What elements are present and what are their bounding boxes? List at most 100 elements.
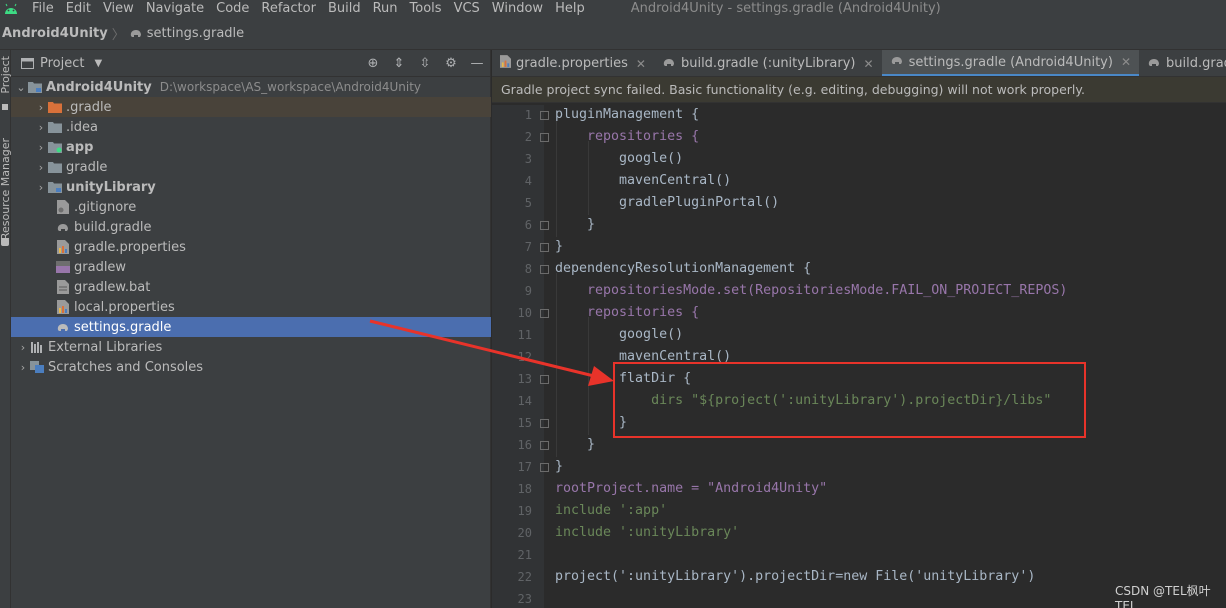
hide-panel-icon[interactable]: — (464, 56, 490, 71)
shell-script-icon (55, 260, 71, 274)
menu-code[interactable]: Code (216, 1, 249, 16)
chevron-right-icon[interactable]: › (17, 341, 29, 354)
line-number: 7 (524, 240, 532, 254)
window-title: Android4Unity - settings.gradle (Android… (630, 1, 941, 16)
line-number: 9 (524, 284, 532, 298)
chevron-right-icon[interactable]: › (35, 121, 47, 134)
chevron-right-icon[interactable]: › (35, 141, 47, 154)
menu-vcs[interactable]: VCS (454, 1, 480, 16)
android-studio-logo-icon (0, 0, 22, 17)
tree-item-unitylibrary[interactable]: › unityLibrary (11, 177, 491, 197)
tree-item-label: gradle.properties (74, 239, 186, 255)
tree-item-root[interactable]: ⌄ Android4Unity D:\workspace\AS_workspac… (11, 77, 491, 97)
line-number: 2 (524, 130, 532, 144)
select-opened-file-icon[interactable]: ⊕ (360, 56, 386, 71)
left-tool-strip: Project Resource Manager (0, 50, 12, 608)
tree-item-gitignore[interactable]: .gitignore (11, 197, 491, 217)
project-panel-header: Project ▼ ⊕ ⇕ ⇳ ⚙ — (11, 50, 490, 77)
tree-item-label: gradle (66, 159, 108, 175)
gradle-elephant-icon (662, 56, 676, 72)
tree-item-gradle-properties[interactable]: gradle.properties (11, 237, 491, 257)
code-line: google() (555, 151, 684, 166)
tab-label: settings.gradle (Android4Unity) (908, 54, 1113, 70)
gradle-elephant-icon (129, 27, 143, 39)
code-line: gradlePluginPortal() (555, 195, 780, 210)
code-line: rootProject.name = "Android4Unity" (555, 481, 828, 496)
tree-item-build-gradle[interactable]: build.gradle (11, 217, 491, 237)
menu-refactor[interactable]: Refactor (261, 1, 316, 16)
gradle-elephant-icon (890, 54, 904, 70)
tree-item-dot-gradle[interactable]: › .gradle (11, 97, 491, 117)
code-editor[interactable]: pluginManagement { repositories { google… (544, 105, 1226, 608)
editor-tabs: gradle.properties ✕ build.gradle (:unity… (492, 50, 1226, 77)
resource-manager-icon (1, 238, 9, 246)
code-line: google() (555, 327, 684, 342)
tree-item-label: local.properties (74, 299, 175, 315)
breadcrumb-file[interactable]: settings.gradle (147, 26, 244, 41)
code-line: project(':unityLibrary').projectDir=new … (555, 569, 1036, 584)
menu-file[interactable]: File (32, 1, 54, 16)
line-number: 21 (517, 548, 532, 562)
module-folder-icon (27, 80, 43, 94)
tree-item-external-libraries[interactable]: › External Libraries (11, 337, 491, 357)
tree-item-idea[interactable]: › .idea (11, 117, 491, 137)
close-icon[interactable]: ✕ (864, 57, 874, 71)
menu-view[interactable]: View (103, 1, 134, 16)
project-view-selector[interactable]: Project (40, 56, 84, 71)
tree-item-gradlew[interactable]: gradlew (11, 257, 491, 277)
tree-item-label: app (66, 139, 94, 155)
banner-text: Gradle project sync failed. Basic functi… (501, 82, 1085, 97)
tab-build-gradle-android[interactable]: build.gradle (Android (1139, 50, 1226, 76)
line-number: 4 (524, 174, 532, 188)
tab-gradle-properties[interactable]: gradle.properties ✕ (492, 50, 654, 76)
editor-area: gradle.properties ✕ build.gradle (:unity… (492, 50, 1226, 608)
code-line: pluginManagement { (555, 107, 700, 122)
line-number: 1 (524, 108, 532, 122)
properties-file-icon (500, 55, 511, 72)
line-number: 10 (517, 306, 532, 320)
line-number: 22 (517, 570, 532, 584)
chevron-down-icon[interactable]: ⌄ (15, 81, 27, 94)
folder-icon (47, 120, 63, 134)
tree-item-app[interactable]: › app (11, 137, 491, 157)
menu-run[interactable]: Run (373, 1, 398, 16)
tree-item-scratches[interactable]: › Scratches and Consoles (11, 357, 491, 377)
menu-edit[interactable]: Edit (66, 1, 91, 16)
chevron-right-icon[interactable]: › (35, 161, 47, 174)
menu-window[interactable]: Window (492, 1, 543, 16)
code-line: } (555, 239, 564, 254)
expand-all-icon[interactable]: ⇕ (386, 56, 412, 71)
menu-navigate[interactable]: Navigate (146, 1, 204, 16)
gradle-elephant-icon (55, 320, 71, 334)
menu-help[interactable]: Help (555, 1, 585, 16)
tree-item-gradle-folder[interactable]: › gradle (11, 157, 491, 177)
line-number: 6 (524, 218, 532, 232)
tree-item-label: .gradle (66, 99, 112, 115)
collapse-all-icon[interactable]: ⇳ (412, 56, 438, 71)
code-line: repositories { (555, 305, 700, 320)
tree-item-local-properties[interactable]: local.properties (11, 297, 491, 317)
menu-tools[interactable]: Tools (410, 1, 442, 16)
chevron-right-icon[interactable]: › (17, 361, 29, 374)
tree-item-settings-gradle[interactable]: settings.gradle (11, 317, 491, 337)
tab-settings-gradle[interactable]: settings.gradle (Android4Unity) ✕ (881, 50, 1139, 76)
breadcrumb-project[interactable]: Android4Unity (0, 26, 108, 41)
chevron-down-icon[interactable]: ▼ (94, 58, 102, 69)
gear-icon[interactable]: ⚙ (438, 56, 464, 71)
gradle-elephant-icon (55, 220, 71, 234)
gitignore-file-icon (55, 200, 71, 214)
chevron-right-icon[interactable]: › (35, 101, 47, 114)
android-module-icon (47, 140, 63, 154)
close-icon[interactable]: ✕ (636, 57, 646, 71)
chevron-right-icon[interactable]: › (35, 181, 47, 194)
menu-build[interactable]: Build (328, 1, 361, 16)
breadcrumb-separator-icon: 〉 (111, 27, 125, 43)
sync-failed-banner: Gradle project sync failed. Basic functi… (492, 77, 1226, 103)
code-line: } (555, 459, 564, 474)
tree-item-gradlew-bat[interactable]: gradlew.bat (11, 277, 491, 297)
tree-item-label: gradlew (74, 259, 127, 275)
line-number: 5 (524, 196, 532, 210)
tab-build-gradle-unitylibrary[interactable]: build.gradle (:unityLibrary) ✕ (654, 50, 882, 76)
properties-file-icon (55, 240, 71, 254)
close-icon[interactable]: ✕ (1121, 55, 1131, 69)
